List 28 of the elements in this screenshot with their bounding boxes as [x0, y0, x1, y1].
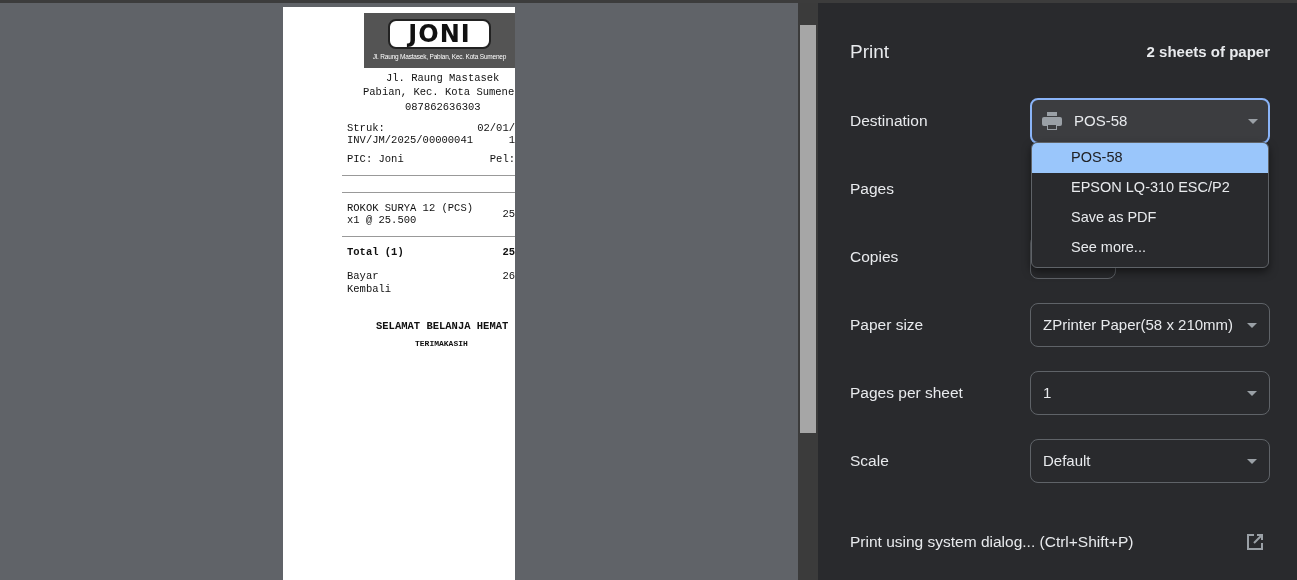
setting-label: Destination	[850, 111, 929, 132]
receipt-text: Pabian, Kec. Kota Sumene	[362, 85, 515, 99]
sheet-count: 2 sheets of paper	[1146, 41, 1270, 62]
item-detail: x1 @ 25.500	[347, 214, 418, 227]
setting-label: Scale	[850, 451, 890, 472]
receipt-value: 26	[502, 270, 515, 283]
receipt-text: Jl. Raung Mastasek	[385, 72, 501, 85]
setting-label: Pages per sheet	[850, 383, 964, 404]
setting-label: Paper size	[850, 315, 925, 336]
receipt-text: 087862636303	[404, 101, 482, 114]
item-amount: 25	[502, 207, 515, 221]
receipt-label: INV/JM/2025/00000041	[347, 134, 474, 147]
receipt-value: 1	[508, 134, 515, 147]
receipt-label: PIC: Joni	[347, 152, 404, 166]
total-label: Total (1)	[347, 245, 404, 259]
total-amount: 25	[502, 245, 515, 259]
receipt-label: Struk:	[347, 121, 385, 135]
thanks-text: TERIMAKASIH	[414, 339, 469, 349]
receipt-label: Bayar	[347, 270, 379, 283]
panel-title: Print	[850, 39, 890, 64]
receipt-value: Pel:	[489, 152, 515, 166]
setting-label: Pages	[850, 179, 895, 200]
logo-wordmark: JONI	[388, 18, 491, 50]
receipt-label: Kembali	[347, 282, 392, 296]
item-name: ROKOK SURYA 12 (PCS)	[347, 201, 474, 215]
receipt-value: 02/01/	[477, 121, 515, 135]
setting-label: Copies	[850, 247, 900, 268]
footer-message: SELAMAT BELANJA HEMAT	[375, 319, 510, 333]
